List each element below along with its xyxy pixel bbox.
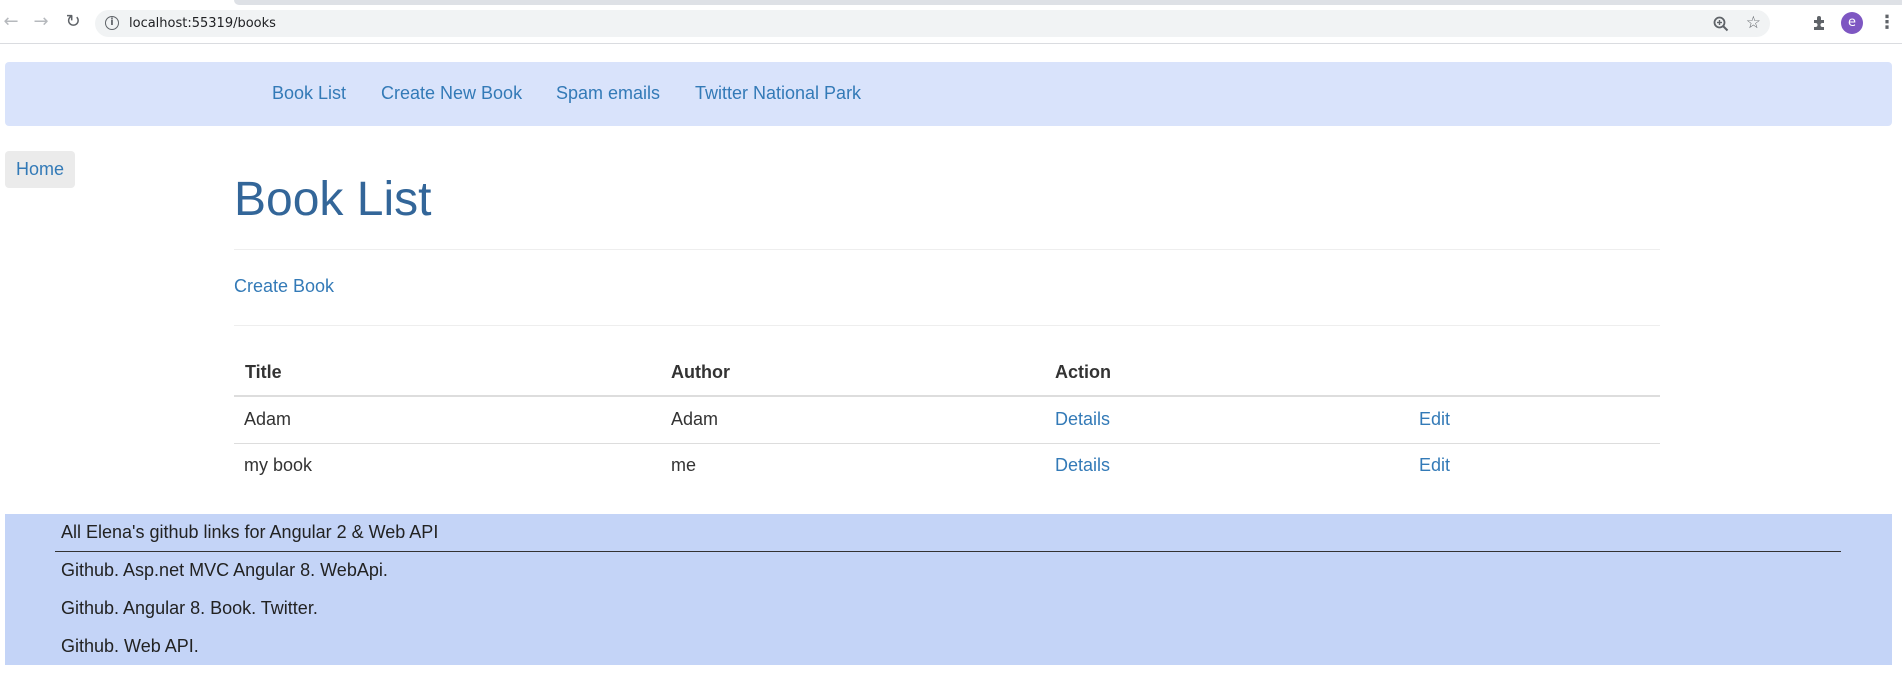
cell-author: Adam [671, 409, 719, 429]
edit-link[interactable]: Edit [1419, 409, 1450, 430]
divider [234, 249, 1660, 250]
menu-icon[interactable]: ⋮ [1878, 12, 1896, 34]
url-text[interactable]: localhost:55319/books [129, 16, 276, 31]
cell-title: my book [244, 455, 313, 475]
reload-icon[interactable]: ↻ [62, 11, 84, 33]
browser-toolbar: ← → ↻ i localhost:55319/books ☆ e ⋮ [0, 0, 1902, 44]
column-header-action: Action [1055, 362, 1111, 382]
star-icon[interactable]: ☆ [1746, 13, 1761, 33]
row-divider [234, 443, 1660, 444]
info-icon[interactable]: i [105, 16, 119, 30]
back-arrow-icon[interactable]: ← [0, 11, 22, 33]
edit-link[interactable]: Edit [1419, 455, 1450, 476]
cell-title: Adam [244, 409, 292, 429]
page-title: Book List [234, 173, 432, 226]
column-header-title: Title [245, 362, 282, 382]
column-header-author: Author [671, 362, 730, 382]
divider [234, 325, 1660, 326]
footer-divider [55, 551, 1841, 552]
footer-heading: All Elena's github links for Angular 2 &… [61, 522, 439, 542]
zoom-icon[interactable] [1712, 15, 1730, 33]
profile-avatar[interactable]: e [1841, 12, 1863, 34]
cell-author: me [671, 455, 697, 475]
nav-item-spam-emails[interactable]: Spam emails [556, 83, 660, 104]
forward-arrow-icon[interactable]: → [30, 11, 52, 33]
address-bar[interactable]: i localhost:55319/books ☆ [95, 10, 1770, 37]
table-header-divider [234, 395, 1660, 397]
footer-link-angular-book-twitter[interactable]: Github. Angular 8. Book. Twitter. [61, 598, 318, 619]
footer: All Elena's github links for Angular 2 &… [5, 514, 1892, 665]
details-link[interactable]: Details [1055, 409, 1110, 430]
extensions-icon[interactable] [1810, 13, 1830, 33]
home-button[interactable]: Home [5, 151, 75, 188]
footer-link-aspnet-mvc-angular[interactable]: Github. Asp.net MVC Angular 8. WebApi. [61, 560, 388, 581]
top-navbar: Book List Create New Book Spam emails Tw… [5, 62, 1892, 126]
footer-link-web-api[interactable]: Github. Web API. [61, 636, 199, 657]
tab-strip [234, 0, 1902, 5]
nav-item-create-new-book[interactable]: Create New Book [381, 83, 522, 104]
details-link[interactable]: Details [1055, 455, 1110, 476]
create-book-link[interactable]: Create Book [234, 276, 334, 297]
nav-item-twitter-national-park[interactable]: Twitter National Park [695, 83, 861, 104]
nav-item-book-list[interactable]: Book List [272, 83, 346, 104]
